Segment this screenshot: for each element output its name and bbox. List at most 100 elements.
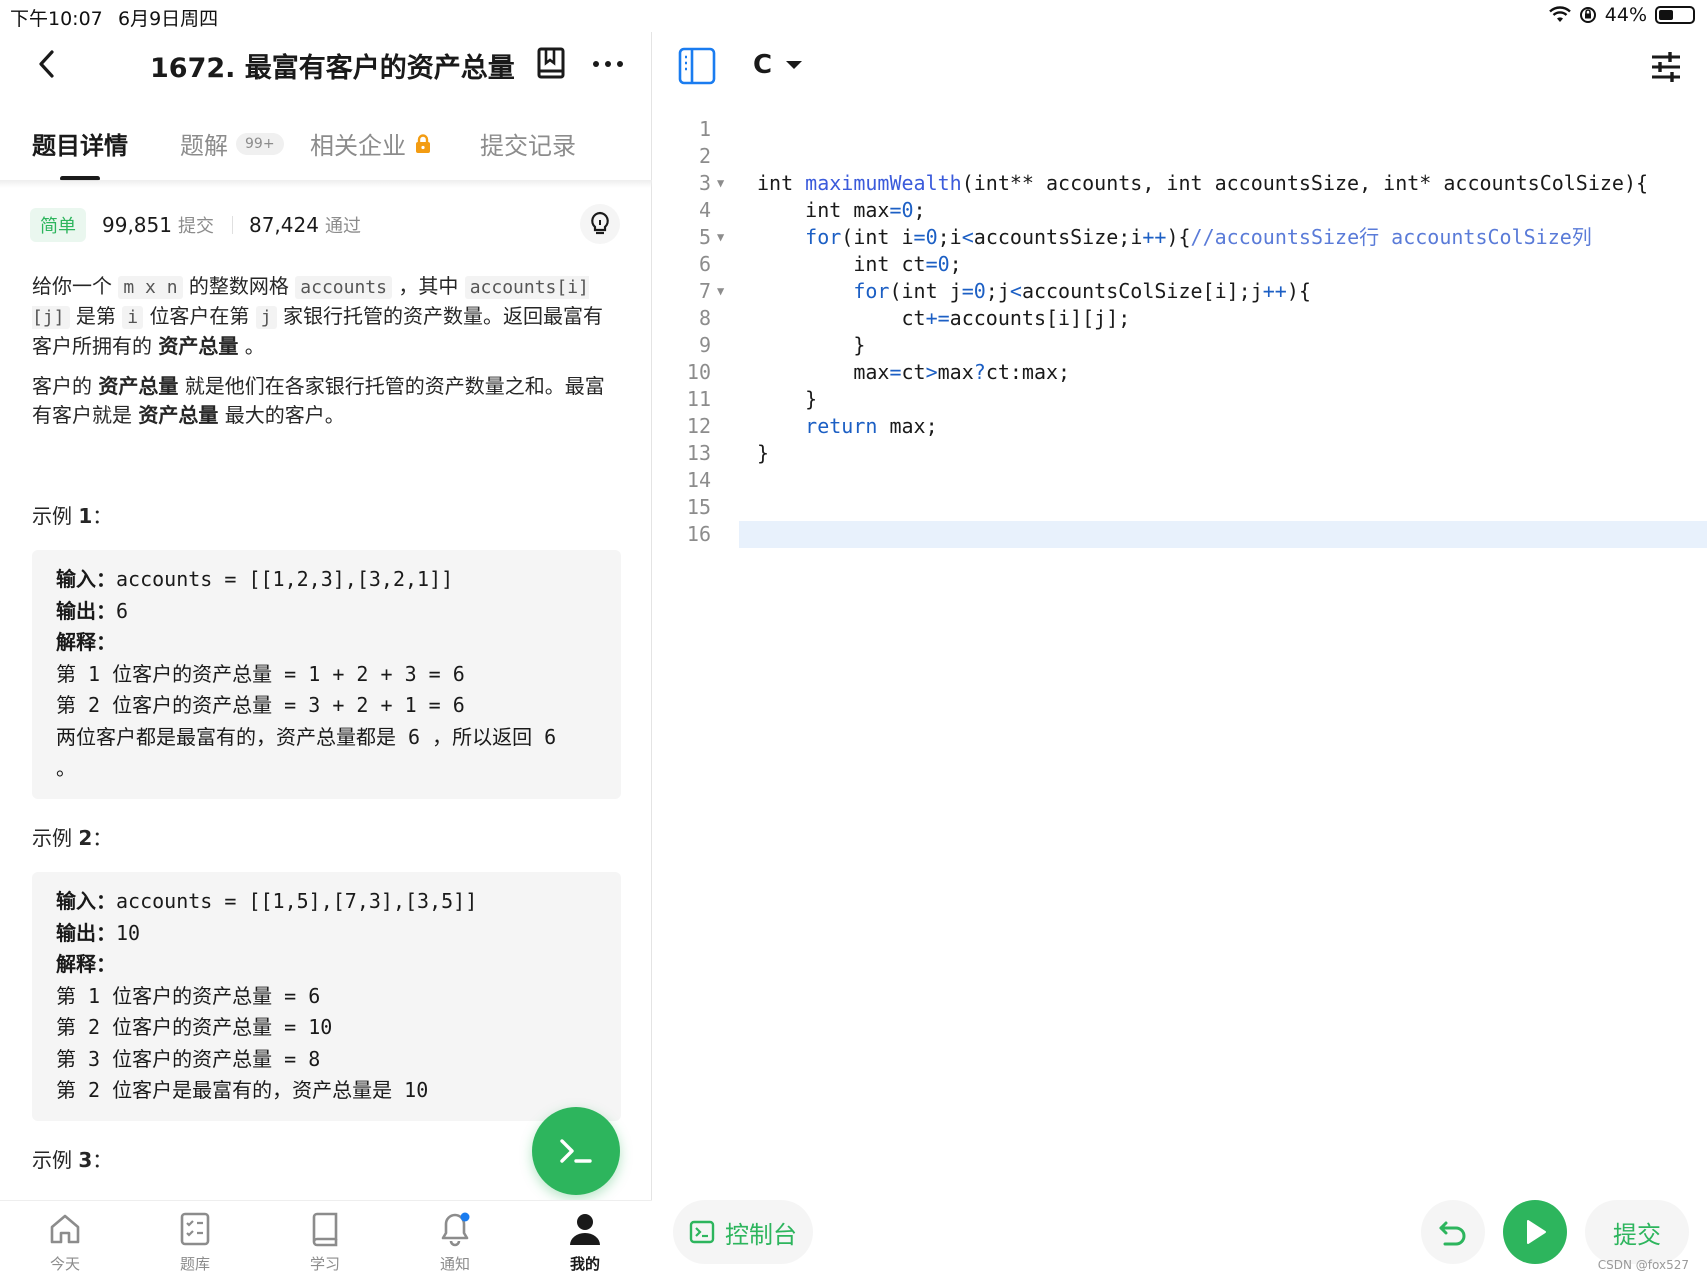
open-console-button[interactable] xyxy=(532,1107,620,1195)
example-line: 两位客户都是最富有的，资产总量都是 6 ，所以返回 6 xyxy=(56,722,597,754)
code-line[interactable]: 5 ▼ for(int i=0;i<accountsSize;i++){//acc… xyxy=(653,224,1707,251)
tab-label: 题目详情 xyxy=(32,132,128,160)
fold-arrow-icon[interactable]: ▼ xyxy=(717,278,724,305)
example-line: 输入：accounts = [[1,5],[7,3],[3,5]] xyxy=(56,886,597,918)
line-number: 7 xyxy=(698,279,711,303)
book-icon xyxy=(312,1212,338,1247)
fold-arrow-icon[interactable]: ▼ xyxy=(717,224,724,251)
nav-item-notifications[interactable]: 通知 xyxy=(410,1209,500,1274)
battery-percent: 44% xyxy=(1604,4,1647,26)
example-line: 第 2 位客户的资产总量 = 3 + 2 + 1 = 6 xyxy=(56,690,597,722)
fold-arrow-icon[interactable]: ▼ xyxy=(717,170,724,197)
language-label: C xyxy=(753,50,773,80)
example-title-colon: ： xyxy=(92,826,113,850)
lightbulb-icon xyxy=(591,211,609,235)
nav-item-study[interactable]: 学习 xyxy=(280,1209,370,1274)
inline-code: j xyxy=(255,306,277,329)
submit-button[interactable]: 提交 xyxy=(1585,1200,1689,1264)
code-text: return max; xyxy=(805,414,938,438)
example-value: 10 xyxy=(116,920,141,945)
inline-code: m x n xyxy=(118,276,183,299)
bell-icon xyxy=(441,1212,470,1247)
code-text: int max=0; xyxy=(757,198,926,222)
code-line[interactable]: 3 ▼ int maximumWealth(int** accounts, int … xyxy=(653,170,1707,197)
run-code-button[interactable] xyxy=(1503,1200,1567,1264)
nav-label: 通知 xyxy=(439,1255,470,1273)
back-icon[interactable] xyxy=(32,46,62,82)
code-keyword: for xyxy=(805,225,842,249)
problem-tabs: 题目详情 题解 99+ 相关企业 提交记录 xyxy=(0,118,652,182)
example-line: 输出：6 xyxy=(56,596,597,628)
panel-toggle-icon[interactable] xyxy=(677,46,717,86)
code-text: ct+=accounts[i][j]; xyxy=(757,306,1131,330)
code-operator: = xyxy=(925,252,938,276)
code-line[interactable]: 11 } xyxy=(653,386,1707,413)
code-line[interactable]: 10 max=ct>max?ct:max; xyxy=(653,359,1707,386)
example-line: 第 1 位客户的资产总量 = 1 + 2 + 3 = 6 xyxy=(56,659,597,691)
desc-text: 客户的 xyxy=(32,374,92,398)
code-line[interactable]: 13} xyxy=(653,440,1707,467)
language-selector[interactable]: C xyxy=(753,50,804,80)
code-line[interactable]: 7 ▼ for(int j=0;j<accountsColSize[i];j++)… xyxy=(653,278,1707,305)
page-title: 1672. 最富有客户的资产总量 xyxy=(150,53,515,84)
desc-emphasis: 资产总量 xyxy=(98,374,179,398)
code-operator: = xyxy=(961,279,974,303)
code-line[interactable]: 6 int ct=0; xyxy=(653,251,1707,278)
example-line: 解释： xyxy=(56,949,597,981)
desc-text: 。 xyxy=(244,334,265,358)
submission-count: 99,851 xyxy=(102,213,172,237)
example-line: 解释： xyxy=(56,627,597,659)
editor-toolbar: C xyxy=(653,32,1707,102)
hint-button[interactable] xyxy=(580,204,620,244)
code-line[interactable]: 2 xyxy=(653,143,1707,170)
reset-code-button[interactable] xyxy=(1421,1200,1485,1264)
code-operator: = xyxy=(913,225,926,249)
tab-description[interactable]: 题目详情 xyxy=(32,126,128,161)
code-line[interactable]: 15 xyxy=(653,494,1707,521)
line-number: 16 xyxy=(686,522,711,546)
notes-icon[interactable] xyxy=(536,46,566,82)
nav-item-problems[interactable]: 题库 xyxy=(150,1209,240,1274)
battery-icon xyxy=(1655,6,1695,24)
settings-sliders-icon[interactable] xyxy=(1649,50,1683,84)
code-line[interactable]: 12 return max; xyxy=(653,413,1707,440)
code-number: 0 xyxy=(973,279,986,303)
code-line[interactable]: 9 } xyxy=(653,332,1707,359)
submit-label: 提交 xyxy=(1613,1220,1661,1249)
desc-text: 最大的客户。 xyxy=(224,403,345,427)
code-operator: ? xyxy=(973,360,986,384)
example-value: 第 1 位客户的资产总量 = 1 + 2 + 3 = 6 xyxy=(56,661,465,686)
code-line[interactable]: 1 xyxy=(653,116,1707,143)
tab-companies[interactable]: 相关企业 xyxy=(310,126,432,161)
console-button[interactable]: 控制台 xyxy=(673,1200,813,1264)
more-icon[interactable] xyxy=(590,52,626,76)
code-line[interactable]: 4 int max=0; xyxy=(653,197,1707,224)
code-text: for(int j=0;j<accountsColSize[i];j++){ xyxy=(853,279,1311,303)
console-label: 控制台 xyxy=(725,1220,797,1249)
example-key: 输出： xyxy=(56,598,116,623)
solutions-count-badge: 99+ xyxy=(236,132,284,155)
tab-label: 题解 xyxy=(180,132,228,160)
code-line[interactable]: 14 xyxy=(653,467,1707,494)
wifi-icon xyxy=(1548,6,1571,22)
example-line: 输出：10 xyxy=(56,918,597,950)
tab-submissions[interactable]: 提交记录 xyxy=(480,126,576,161)
rotation-lock-icon xyxy=(1579,7,1596,23)
code-number: 0 xyxy=(937,252,950,276)
code-number: 0 xyxy=(901,198,914,222)
example-key: 输入： xyxy=(56,567,116,591)
code-line[interactable]: 8 ct+=accounts[i][j]; xyxy=(653,305,1707,332)
desc-text: 是第 xyxy=(75,304,116,328)
nav-item-today[interactable]: 今天 xyxy=(20,1209,110,1274)
difficulty-badge: 简单 xyxy=(30,208,86,242)
example-title-text: 示例 xyxy=(32,504,79,528)
code-keyword: return xyxy=(805,414,878,438)
tab-solutions[interactable]: 题解 99+ xyxy=(180,126,284,161)
undo-icon xyxy=(1439,1221,1466,1246)
tab-label: 提交记录 xyxy=(480,132,576,160)
code-line[interactable]: 16 xyxy=(653,521,1707,548)
code-operator: < xyxy=(1009,279,1022,303)
code-editor[interactable]: 1 2 3 ▼ int maximumWealth(int** accounts, in… xyxy=(653,116,1707,548)
nav-item-me[interactable]: 我的 xyxy=(540,1209,630,1274)
example-key: 解释： xyxy=(56,952,116,976)
